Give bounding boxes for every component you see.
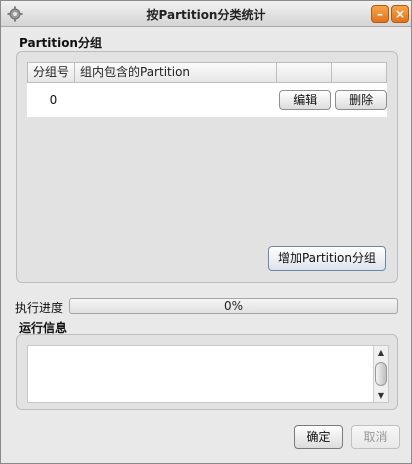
- partition-group-panel: 分组号 组内包含的Partition 0 编辑 删除 增加Partition分组: [16, 51, 398, 283]
- scroll-thumb[interactable]: [375, 362, 387, 386]
- progress-label: 执行进度: [15, 301, 64, 315]
- partition-table: 分组号 组内包含的Partition 0 编辑 删除: [27, 62, 388, 117]
- window-title: 按Partition分类统计: [146, 8, 266, 22]
- edit-button[interactable]: 编辑: [279, 90, 332, 110]
- table-body: 0 编辑 删除: [27, 83, 388, 117]
- cancel-button[interactable]: 取消: [351, 425, 400, 449]
- table-header: 分组号 组内包含的Partition: [27, 62, 387, 83]
- group-number-cell: 0: [49, 93, 58, 107]
- column-header-partitions[interactable]: 组内包含的Partition: [75, 63, 277, 82]
- table-row[interactable]: 0 编辑 删除: [28, 83, 388, 117]
- scroll-down-arrow-icon[interactable]: ▼: [374, 389, 388, 402]
- column-header-edit[interactable]: [277, 63, 332, 82]
- delete-button[interactable]: 删除: [335, 90, 388, 110]
- ok-button[interactable]: 确定: [294, 425, 343, 449]
- log-textarea[interactable]: ▲ ▼: [27, 345, 389, 403]
- log-scrollbar[interactable]: ▲ ▼: [373, 346, 388, 402]
- partition-group-title: Partition分组: [19, 36, 102, 50]
- dialog-window: 按Partition分类统计 – × Partition分组 分组号 组内包含的…: [0, 0, 412, 464]
- progress-bar: 0%: [69, 298, 398, 314]
- minimize-button[interactable]: –: [371, 5, 389, 23]
- progress-text: 0%: [223, 299, 244, 313]
- scroll-up-arrow-icon[interactable]: ▲: [374, 346, 388, 359]
- log-panel: ▲ ▼: [16, 334, 398, 410]
- column-header-delete[interactable]: [332, 63, 386, 82]
- close-button[interactable]: ×: [391, 5, 409, 23]
- log-content: [32, 348, 368, 400]
- add-partition-group-button[interactable]: 增加Partition分组: [268, 246, 386, 271]
- column-header-group-number[interactable]: 分组号: [28, 63, 75, 82]
- title-bar[interactable]: 按Partition分类统计 – ×: [1, 1, 411, 27]
